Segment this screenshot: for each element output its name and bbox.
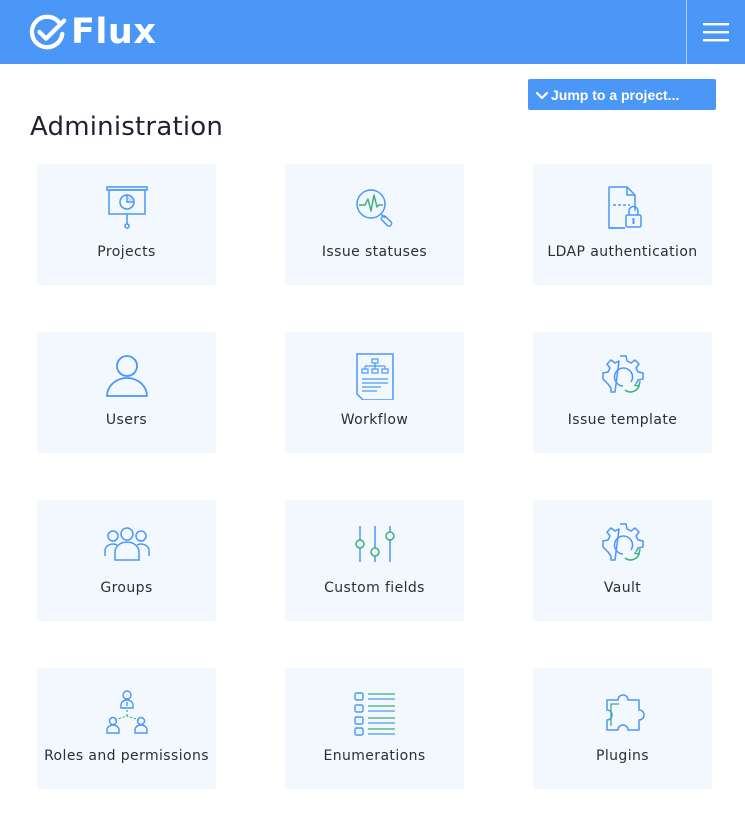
document-lock-icon bbox=[607, 186, 642, 229]
gear-refresh-icon bbox=[601, 523, 644, 561]
tile-workflow[interactable]: Workflow bbox=[285, 332, 464, 453]
list-checkbox-icon bbox=[353, 692, 395, 736]
page-title: Administration bbox=[30, 112, 224, 142]
tile-custom-fields[interactable]: Custom fields bbox=[285, 500, 464, 621]
tile-groups[interactable]: Groups bbox=[37, 500, 216, 621]
tile-label: Projects bbox=[97, 244, 156, 260]
tile-label: Roles and permissions bbox=[44, 748, 209, 764]
tile-roles-and-permissions[interactable]: Roles and permissions bbox=[37, 668, 216, 789]
app-logo[interactable]: Flux bbox=[29, 12, 156, 52]
document-flowchart-icon bbox=[355, 353, 394, 400]
tile-enumerations[interactable]: Enumerations bbox=[285, 668, 464, 789]
tile-issue-template[interactable]: Issue template bbox=[533, 332, 712, 453]
group-users-icon bbox=[103, 527, 150, 561]
gear-refresh-icon bbox=[601, 355, 644, 393]
tile-label: Groups bbox=[100, 580, 153, 596]
tile-vault[interactable]: Vault bbox=[533, 500, 712, 621]
tile-projects[interactable]: Projects bbox=[37, 164, 216, 285]
tile-plugins[interactable]: Plugins bbox=[533, 668, 712, 789]
tile-label: LDAP authentication bbox=[547, 244, 698, 260]
puzzle-piece-icon bbox=[605, 694, 645, 731]
tile-label: Issue statuses bbox=[321, 244, 428, 260]
role-hierarchy-icon bbox=[105, 690, 148, 734]
app-name: Flux bbox=[71, 12, 157, 52]
presentation-board-icon bbox=[105, 186, 148, 229]
jump-to-project-label: Jump to a project... bbox=[551, 86, 680, 103]
tile-users[interactable]: Users bbox=[37, 332, 216, 453]
user-icon bbox=[105, 355, 148, 397]
jump-to-project-button[interactable]: Jump to a project... bbox=[528, 79, 716, 110]
magnifier-pulse-icon bbox=[355, 189, 392, 227]
tile-label: Workflow bbox=[340, 412, 409, 428]
sliders-icon bbox=[354, 526, 395, 562]
tile-issue-statuses[interactable]: Issue statuses bbox=[285, 164, 464, 285]
check-circle-icon bbox=[29, 14, 67, 50]
tile-label: Users bbox=[105, 412, 148, 428]
chevron-down-icon bbox=[535, 91, 549, 99]
tile-label: Plugins bbox=[596, 748, 649, 764]
top-bar: Flux bbox=[0, 0, 745, 64]
menu-button[interactable] bbox=[687, 0, 745, 64]
tile-label: Vault bbox=[603, 580, 642, 596]
tile-label: Custom fields bbox=[324, 580, 425, 596]
tile-label: Enumerations bbox=[323, 748, 426, 764]
tile-ldap-authentication[interactable]: LDAP authentication bbox=[533, 164, 712, 285]
hamburger-menu-icon bbox=[703, 23, 729, 42]
tile-label: Issue template bbox=[567, 412, 678, 428]
